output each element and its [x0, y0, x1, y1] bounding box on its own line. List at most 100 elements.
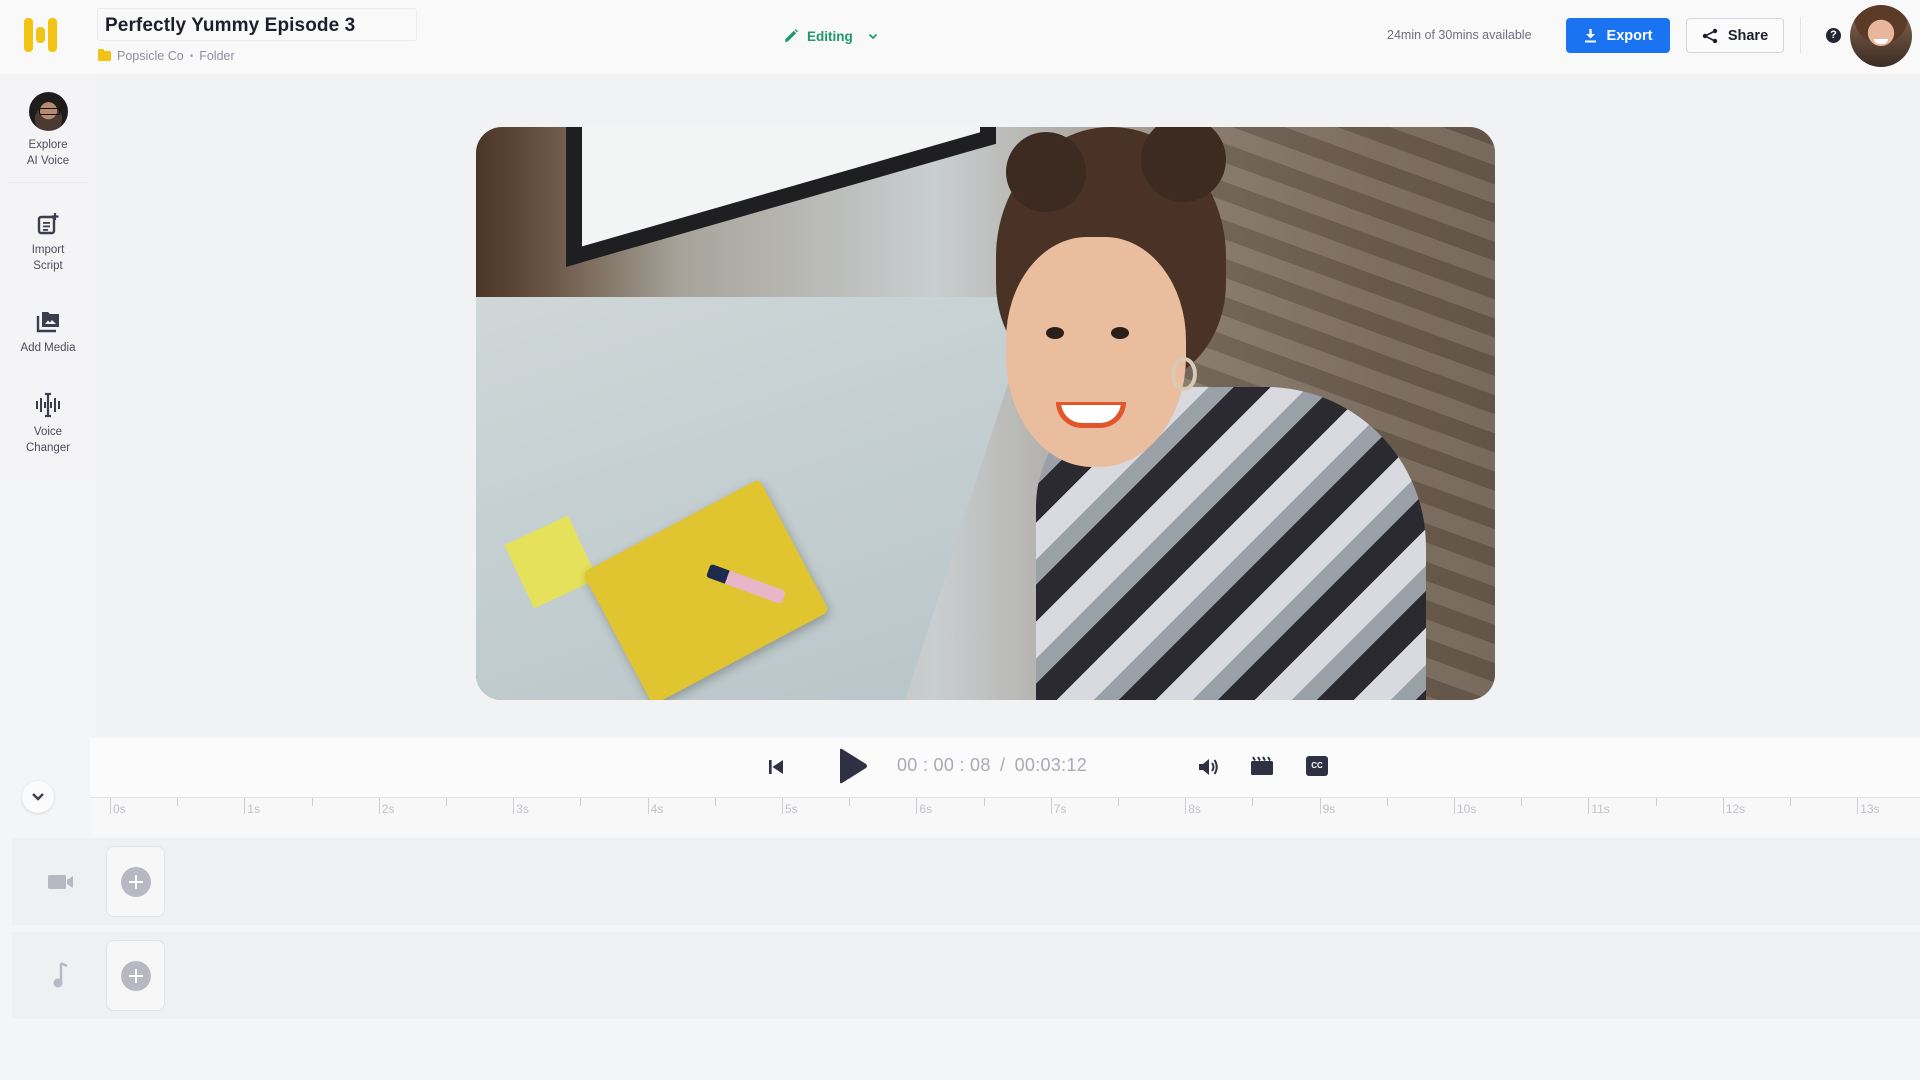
ruler-major-tick — [1722, 798, 1724, 814]
ruler-minor-tick — [1655, 798, 1657, 806]
add-media-icon — [36, 312, 59, 333]
ruler-tick-label: 9s — [1322, 802, 1336, 816]
project-title-input[interactable]: Perfectly Yummy Episode 3 — [97, 8, 417, 41]
chevron-down-icon — [32, 793, 44, 801]
ruler-major-tick — [378, 798, 380, 814]
app-logo[interactable] — [24, 18, 58, 52]
plus-icon — [120, 960, 151, 991]
sidebar: Explore AI Voice Import Script Add Media… — [0, 74, 96, 484]
ruler-major-tick — [916, 798, 918, 814]
voice-changer-icon — [36, 392, 60, 418]
ruler-minor-tick — [1521, 798, 1523, 806]
scenes-clapperboard-icon[interactable] — [1250, 756, 1274, 776]
share-icon — [1702, 28, 1718, 43]
ruler-major-tick — [1185, 798, 1187, 814]
add-video-clip-button[interactable] — [106, 846, 165, 917]
ruler-minor-tick — [714, 798, 716, 806]
volume-icon[interactable] — [1197, 756, 1219, 778]
ruler-minor-tick — [849, 798, 851, 806]
export-button[interactable]: Export — [1566, 18, 1670, 53]
ruler-tick-label: 12s — [1725, 802, 1746, 816]
ruler-minor-tick — [1118, 798, 1119, 806]
ruler-minor-tick — [1790, 798, 1791, 806]
ruler-tick-label: 1s — [247, 802, 261, 816]
video-camera-icon — [48, 875, 73, 889]
ruler-major-tick — [110, 798, 111, 814]
captions-cc-icon[interactable]: CC — [1306, 756, 1328, 776]
sidebar-item-explore-ai-voice[interactable]: Explore AI Voice — [0, 92, 96, 169]
sidebar-item-label: Voice — [33, 426, 63, 438]
breadcrumb: Popsicle Co • Folder — [98, 48, 235, 64]
ruler-tick-label: 0s — [113, 802, 126, 816]
ruler-tick-label: 7s — [1053, 802, 1067, 816]
ruler-tick-label: 4s — [650, 802, 664, 816]
ruler-minor-tick — [177, 798, 179, 806]
share-label: Share — [1727, 27, 1769, 44]
breadcrumb-folder[interactable]: Folder — [199, 49, 234, 63]
ruler-tick-label: 13s — [1860, 802, 1880, 816]
sidebar-item-add-media[interactable]: Add Media — [0, 310, 96, 356]
ruler-tick-label: 5s — [785, 802, 798, 816]
add-audio-clip-button[interactable] — [106, 940, 165, 1011]
sidebar-item-import-script[interactable]: Import Script — [0, 212, 96, 274]
ruler-minor-tick — [311, 798, 313, 806]
export-label: Export — [1606, 27, 1653, 44]
ruler-major-tick — [1050, 798, 1052, 814]
pencil-icon — [785, 29, 798, 42]
ruler-minor-tick — [446, 798, 447, 806]
total-time: 00:03:12 — [1014, 755, 1088, 775]
download-icon — [1584, 29, 1596, 43]
ruler-minor-tick — [1252, 798, 1254, 806]
share-button[interactable]: Share — [1686, 18, 1784, 53]
time-display: 00 : 00 : 08 / 00:03:12 — [897, 755, 1087, 776]
ruler-tick-label: 11s — [1591, 802, 1610, 816]
sidebar-item-voice-changer[interactable]: Voice Changer — [0, 392, 96, 456]
ruler-major-tick — [782, 798, 783, 814]
ruler-tick-label: 6s — [919, 802, 933, 816]
ruler-tick-label: 2s — [381, 802, 395, 816]
ruler-major-tick — [513, 798, 515, 814]
toolbar-divider — [1800, 17, 1801, 53]
sidebar-item-label: Explore — [28, 139, 68, 151]
timeline-ruler[interactable]: 0s 1s 2s 3s 4s 5s 6s 7s 8s 9s 10s 11s 12s 13s — [90, 797, 1920, 837]
video-preview[interactable] — [476, 127, 1495, 700]
ruler-major-tick — [244, 798, 246, 814]
ruler-major-tick — [1319, 798, 1321, 814]
skip-to-start-icon[interactable] — [768, 759, 784, 775]
top-bar: Perfectly Yummy Episode 3 Popsicle Co • … — [0, 0, 1920, 74]
play-icon[interactable] — [838, 748, 868, 784]
import-script-icon — [37, 213, 59, 235]
time-separator: / — [999, 755, 1006, 775]
user-avatar[interactable] — [1850, 5, 1912, 67]
collapse-timeline-button[interactable] — [22, 781, 54, 813]
ruler-tick-label: 3s — [516, 802, 529, 816]
ruler-minor-tick — [580, 798, 582, 806]
chevron-down-icon — [868, 33, 877, 40]
player-controls: 00 : 00 : 08 / 00:03:12 CC — [90, 738, 1920, 797]
ruler-minor-tick — [1386, 798, 1388, 806]
current-time: 00 : 00 : 08 — [897, 755, 991, 775]
music-note-icon — [53, 962, 68, 988]
ruler-major-tick — [1454, 798, 1455, 814]
ruler-minor-tick — [983, 798, 985, 806]
video-track[interactable] — [12, 838, 1920, 925]
mode-label: Editing — [807, 28, 853, 44]
ai-voice-avatar — [28, 92, 68, 131]
mode-dropdown[interactable]: Editing — [783, 25, 879, 47]
sidebar-item-label: Script — [33, 260, 63, 272]
ruler-major-tick — [1588, 798, 1590, 814]
breadcrumb-workspace[interactable]: Popsicle Co — [117, 49, 184, 63]
audio-track[interactable] — [12, 932, 1920, 1019]
ruler-tick-label: 10s — [1457, 802, 1477, 816]
sidebar-divider — [8, 182, 88, 183]
sidebar-item-label: Add Media — [20, 342, 76, 354]
sidebar-item-label: Import — [31, 244, 65, 256]
folder-icon — [98, 49, 111, 61]
sidebar-item-label: Changer — [25, 442, 71, 454]
ruler-tick-label: 8s — [1188, 802, 1201, 816]
minutes-available: 24min of 30mins available — [1387, 28, 1532, 42]
help-icon[interactable]: ? — [1826, 28, 1841, 43]
sidebar-item-label: AI Voice — [26, 155, 70, 167]
plus-icon — [120, 866, 151, 897]
ruler-major-tick — [1857, 798, 1859, 814]
